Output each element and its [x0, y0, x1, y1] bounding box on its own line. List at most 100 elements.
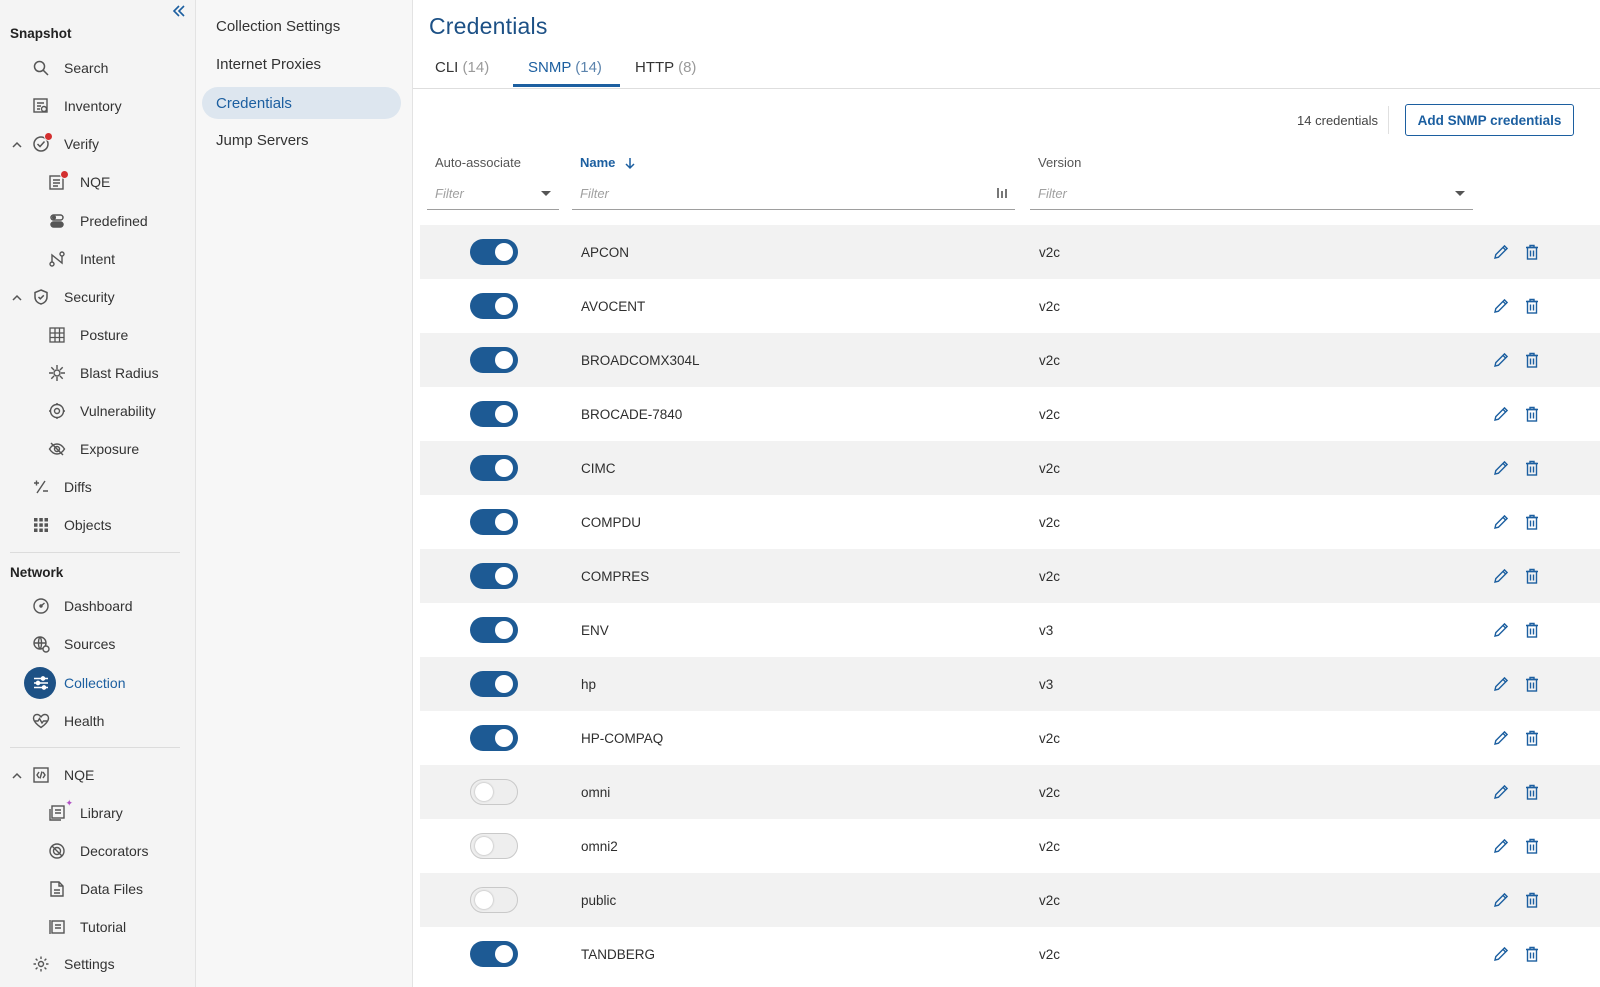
auto-associate-toggle[interactable]	[470, 455, 518, 481]
column-header-name[interactable]: Name	[580, 155, 637, 170]
intent-icon	[48, 250, 66, 268]
toggle-knob	[475, 783, 493, 801]
trash-icon[interactable]	[1523, 405, 1541, 423]
trash-icon[interactable]	[1523, 297, 1541, 315]
tutorial-icon	[48, 918, 66, 936]
trash-icon[interactable]	[1523, 837, 1541, 855]
nav-item-data-files[interactable]: Data Files	[48, 873, 143, 905]
nav-item-tutorial[interactable]: Tutorial	[48, 911, 126, 943]
pencil-icon[interactable]	[1492, 351, 1510, 369]
nav-divider	[10, 552, 180, 553]
nav-item-nqe-group[interactable]: NQE	[32, 759, 94, 791]
pencil-icon[interactable]	[1492, 675, 1510, 693]
pencil-icon[interactable]	[1492, 297, 1510, 315]
nav-item-search[interactable]: Search	[32, 52, 108, 84]
auto-associate-toggle[interactable]	[470, 509, 518, 535]
nav-label-search: Search	[64, 60, 109, 76]
auto-associate-toggle[interactable]	[470, 887, 518, 913]
auto-associate-toggle[interactable]	[470, 293, 518, 319]
pencil-icon[interactable]	[1492, 945, 1510, 963]
column-options-icon[interactable]	[995, 186, 1009, 200]
nav-item-settings[interactable]: Settings	[32, 948, 115, 980]
auto-associate-toggle[interactable]	[470, 239, 518, 265]
nav-item-library[interactable]: ✦ Library	[48, 797, 123, 829]
trash-icon[interactable]	[1523, 243, 1541, 261]
auto-associate-toggle[interactable]	[470, 617, 518, 643]
table-row: public v2c	[420, 873, 1600, 927]
inventory-icon	[32, 97, 50, 115]
trash-icon[interactable]	[1523, 675, 1541, 693]
auto-associate-toggle[interactable]	[470, 833, 518, 859]
code-file-icon	[32, 766, 50, 784]
pencil-icon[interactable]	[1492, 837, 1510, 855]
subnav-item-collection-settings[interactable]: Collection Settings	[202, 10, 401, 42]
nav-label-collection: Collection	[64, 675, 126, 691]
nav-item-predefined[interactable]: Predefined	[48, 205, 148, 237]
nav-item-exposure[interactable]: Exposure	[48, 433, 139, 465]
collapse-sidebar-icon[interactable]	[170, 2, 188, 20]
add-snmp-credentials-button[interactable]: Add SNMP credentials	[1405, 104, 1574, 136]
nav-item-objects[interactable]: Objects	[32, 509, 111, 541]
tab-http[interactable]: HTTP (8)	[635, 59, 696, 89]
chevron-up-icon[interactable]	[11, 769, 23, 781]
credential-version: v3	[1039, 622, 1054, 638]
nav-item-collection[interactable]: Collection	[32, 667, 125, 699]
chevron-up-icon[interactable]	[11, 138, 23, 150]
nav-item-vulnerability[interactable]: Vulnerability	[48, 395, 156, 427]
trash-icon[interactable]	[1523, 945, 1541, 963]
pencil-icon[interactable]	[1492, 621, 1510, 639]
pencil-icon[interactable]	[1492, 513, 1510, 531]
sparkle-icon: ✦	[65, 798, 73, 808]
pencil-icon[interactable]	[1492, 243, 1510, 261]
tab-label: CLI	[435, 59, 459, 76]
toggle-knob	[495, 729, 513, 747]
auto-associate-toggle[interactable]	[470, 401, 518, 427]
nav-item-nqe[interactable]: NQE	[48, 166, 110, 198]
nav-label-nqe-group: NQE	[64, 767, 95, 783]
subnav-item-jump-servers[interactable]: Jump Servers	[202, 124, 401, 156]
toggle-knob	[495, 621, 513, 639]
auto-associate-filter[interactable]: Filter	[427, 177, 559, 210]
version-filter[interactable]: Filter	[1030, 177, 1473, 210]
credential-version: v2c	[1039, 784, 1061, 800]
auto-associate-toggle[interactable]	[470, 941, 518, 967]
nav-item-decorators[interactable]: Decorators	[48, 835, 148, 867]
nav-item-security[interactable]: Security	[32, 281, 115, 313]
nav-item-diffs[interactable]: Diffs	[32, 471, 92, 503]
pencil-icon[interactable]	[1492, 405, 1510, 423]
pencil-icon[interactable]	[1492, 459, 1510, 477]
nav-item-health[interactable]: Health	[32, 705, 104, 737]
auto-associate-toggle[interactable]	[470, 347, 518, 373]
pencil-icon[interactable]	[1492, 729, 1510, 747]
nav-item-verify[interactable]: Verify	[32, 128, 99, 160]
tab-cli[interactable]: CLI (14)	[435, 59, 489, 89]
nav-item-inventory[interactable]: Inventory	[32, 90, 122, 122]
trash-icon[interactable]	[1523, 459, 1541, 477]
trash-icon[interactable]	[1523, 891, 1541, 909]
pencil-icon[interactable]	[1492, 783, 1510, 801]
trash-icon[interactable]	[1523, 621, 1541, 639]
trash-icon[interactable]	[1523, 351, 1541, 369]
chevron-up-icon[interactable]	[11, 291, 23, 303]
trash-icon[interactable]	[1523, 513, 1541, 531]
subnav-item-internet-proxies[interactable]: Internet Proxies	[202, 48, 401, 80]
nav-item-dashboard[interactable]: Dashboard	[32, 590, 133, 622]
nav-label-intent: Intent	[80, 251, 116, 267]
credential-name: COMPDU	[581, 514, 641, 530]
credential-name: HP-COMPAQ	[581, 730, 664, 746]
nav-item-intent[interactable]: Intent	[48, 243, 115, 275]
auto-associate-toggle[interactable]	[470, 671, 518, 697]
auto-associate-toggle[interactable]	[470, 779, 518, 805]
name-filter-input[interactable]: Filter	[572, 177, 1015, 210]
nav-item-blast-radius[interactable]: Blast Radius	[48, 357, 159, 389]
trash-icon[interactable]	[1523, 729, 1541, 747]
nav-item-posture[interactable]: Posture	[48, 319, 128, 351]
pencil-icon[interactable]	[1492, 891, 1510, 909]
pencil-icon[interactable]	[1492, 567, 1510, 585]
trash-icon[interactable]	[1523, 783, 1541, 801]
trash-icon[interactable]	[1523, 567, 1541, 585]
nav-item-sources[interactable]: Sources	[32, 628, 115, 660]
auto-associate-toggle[interactable]	[470, 563, 518, 589]
subnav-item-credentials[interactable]: Credentials	[202, 87, 401, 119]
auto-associate-toggle[interactable]	[470, 725, 518, 751]
